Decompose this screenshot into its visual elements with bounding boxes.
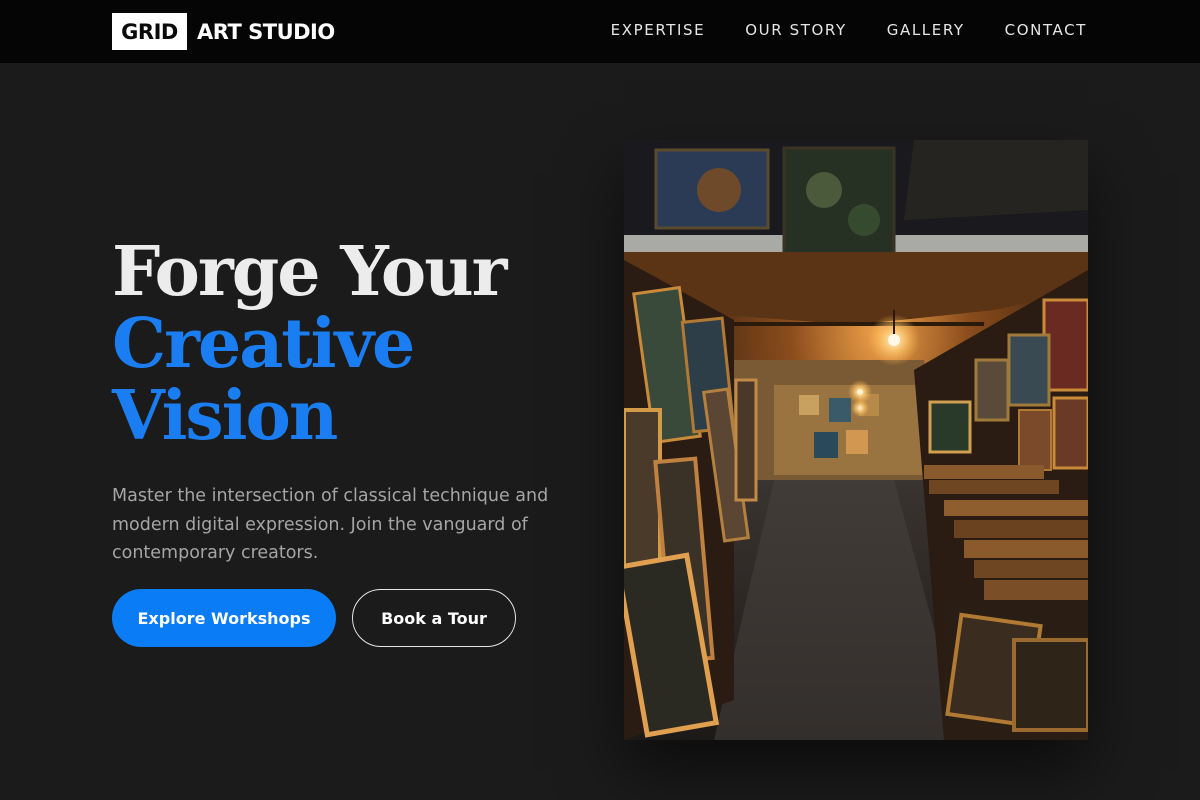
nav-link-our-story[interactable]: OUR STORY [745,21,847,39]
book-tour-button[interactable]: Book a Tour [352,589,516,647]
top-navigation: GRID ART STUDIO EXPERTISE OUR STORY GALL… [0,0,1200,63]
headline-line-2: Creative [112,304,415,384]
nav-link-expertise[interactable]: EXPERTISE [611,21,706,39]
headline-line-1: Forge Your [112,232,507,312]
explore-workshops-button[interactable]: Explore Workshops [112,589,336,647]
gallery-photo [624,140,1088,740]
hero-headline: Forge Your Creative Vision [112,236,592,452]
hero-section: Forge Your Creative Vision Master the in… [112,236,592,568]
main-menu: EXPERTISE OUR STORY GALLERY CONTACT [571,21,1087,39]
nav-link-gallery[interactable]: GALLERY [887,21,965,39]
headline-line-3: Vision [112,376,338,456]
hero-buttons: Explore Workshops Book a Tour [112,589,516,647]
nav-link-contact[interactable]: CONTACT [1005,21,1087,39]
logo-box: GRID [112,13,187,50]
logo[interactable]: GRID ART STUDIO [112,13,335,50]
logo-text: ART STUDIO [197,19,335,44]
hero-description: Master the intersection of classical tec… [112,486,549,563]
